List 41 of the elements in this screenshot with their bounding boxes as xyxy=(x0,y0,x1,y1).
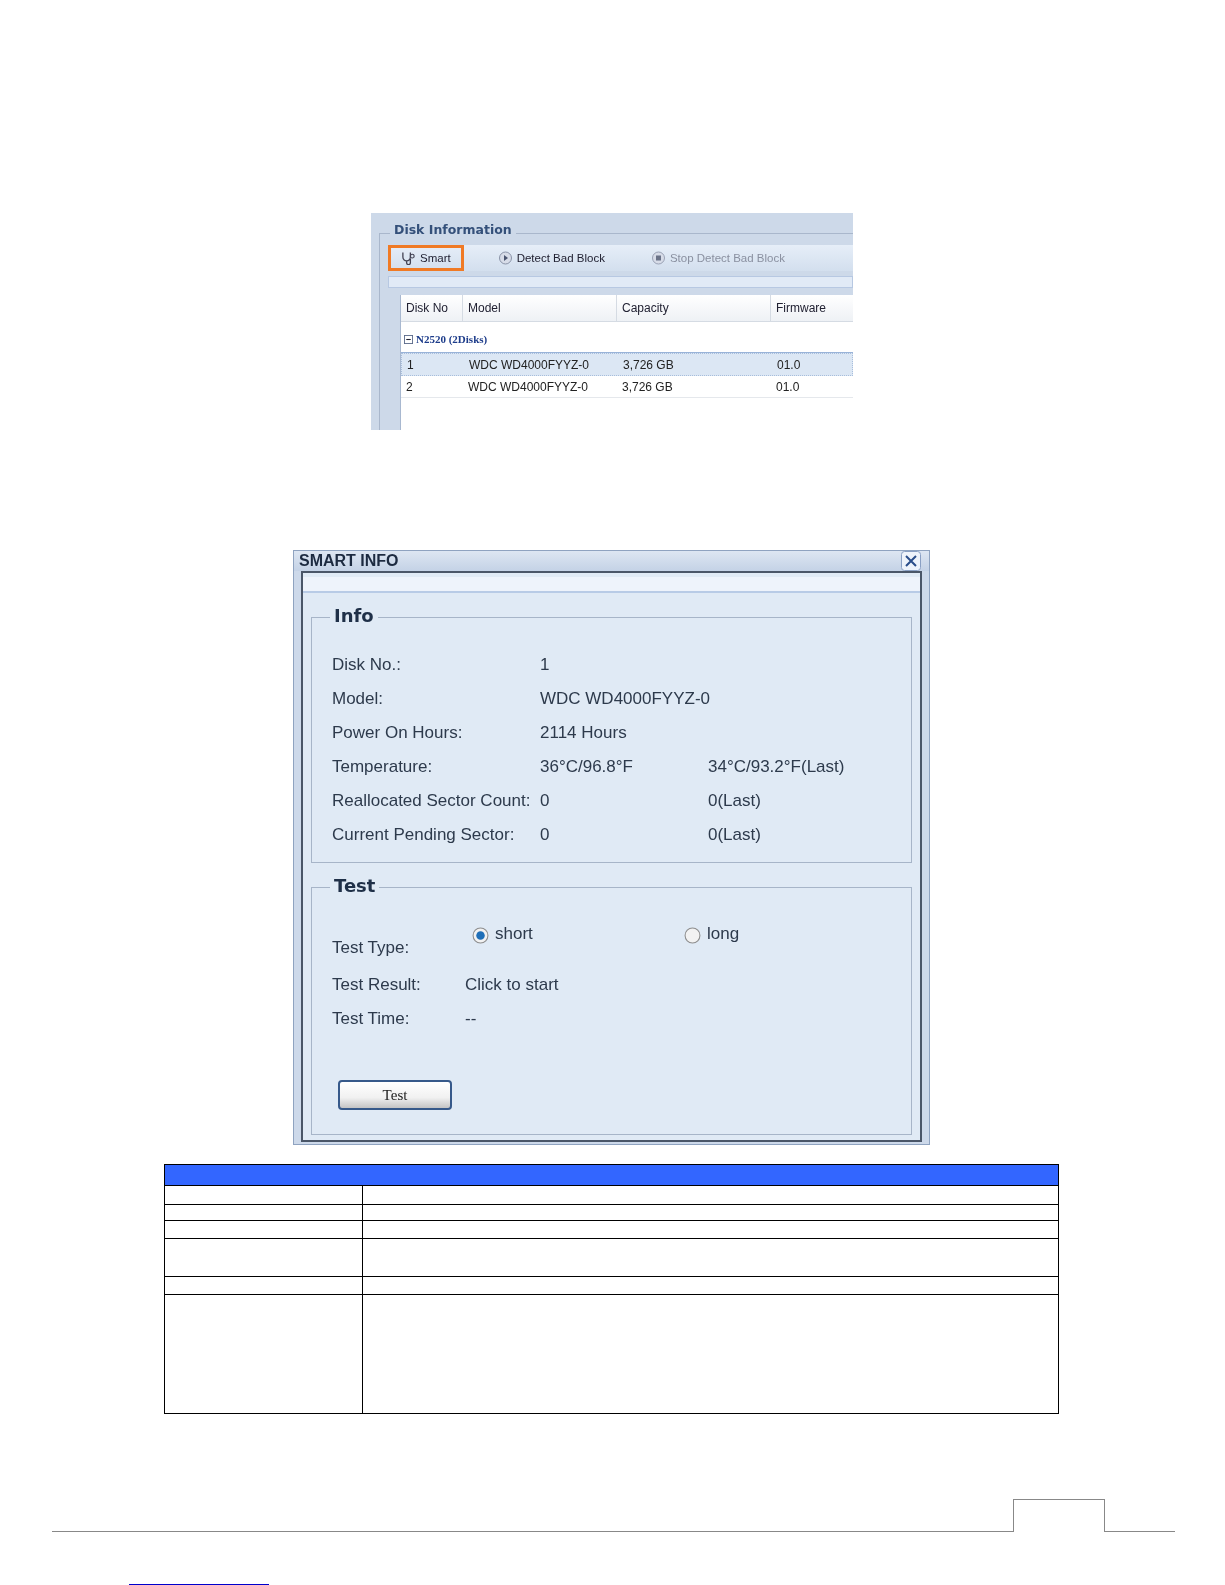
last-value: 0(Last) xyxy=(708,825,762,845)
field-label: Temperature: xyxy=(332,757,434,777)
group-label: N2520 (2Disks) xyxy=(416,333,488,345)
test-button[interactable]: Test xyxy=(338,1080,452,1110)
field-label: Power On Hours: xyxy=(332,723,464,743)
field-label: Disk No.: xyxy=(332,655,402,675)
stethoscope-icon xyxy=(401,251,416,265)
toolbar-button[interactable]: Detect Bad Block xyxy=(485,245,617,271)
field-value: 0 xyxy=(540,791,551,811)
play-icon xyxy=(497,251,513,265)
field-value: Click to start xyxy=(465,975,560,995)
last-value: 0(Last) xyxy=(708,791,762,811)
field-value: -- xyxy=(465,1009,478,1029)
panel-title: Disk Information xyxy=(390,222,516,237)
dialog-title: SMART INFO xyxy=(299,552,399,570)
collapse-icon[interactable] xyxy=(404,334,413,344)
field-label: Test Result: xyxy=(332,975,422,995)
radio-icon[interactable] xyxy=(684,927,701,944)
field-label: Test Type: xyxy=(332,937,411,959)
radio-option[interactable]: short xyxy=(472,924,684,968)
stop-icon xyxy=(650,251,666,265)
last-value: 34°C/93.2°F(Last) xyxy=(708,757,846,777)
field-value: 2114 Hours xyxy=(540,723,628,743)
column-header[interactable]: Capacity xyxy=(617,295,771,321)
field-label: Test Time: xyxy=(332,1009,411,1029)
radio-icon[interactable] xyxy=(472,927,489,944)
radio-option[interactable]: long xyxy=(684,924,911,968)
field-label: Model: xyxy=(332,689,385,709)
column-header[interactable]: Firmware xyxy=(771,295,853,321)
field-label: Current Pending Sector: xyxy=(332,825,516,845)
toolbar-button[interactable]: Smart xyxy=(388,245,464,271)
disk-row[interactable]: 1 WDC WD4000FYYZ-0 3,726 GB 01.0 xyxy=(401,353,853,376)
field-value: 1 xyxy=(540,655,551,675)
field-value: 36°C/96.8°F xyxy=(540,757,634,777)
column-header[interactable]: Disk No xyxy=(401,295,463,321)
field-label: Reallocated Sector Count: xyxy=(332,791,532,811)
field-value: 0 xyxy=(540,825,551,845)
column-header[interactable]: Model xyxy=(463,295,617,321)
disk-row[interactable]: 2 WDC WD4000FYYZ-0 3,726 GB 01.0 xyxy=(401,376,853,398)
close-icon[interactable] xyxy=(901,551,921,571)
field-value: WDC WD4000FYYZ-0 xyxy=(540,689,708,709)
